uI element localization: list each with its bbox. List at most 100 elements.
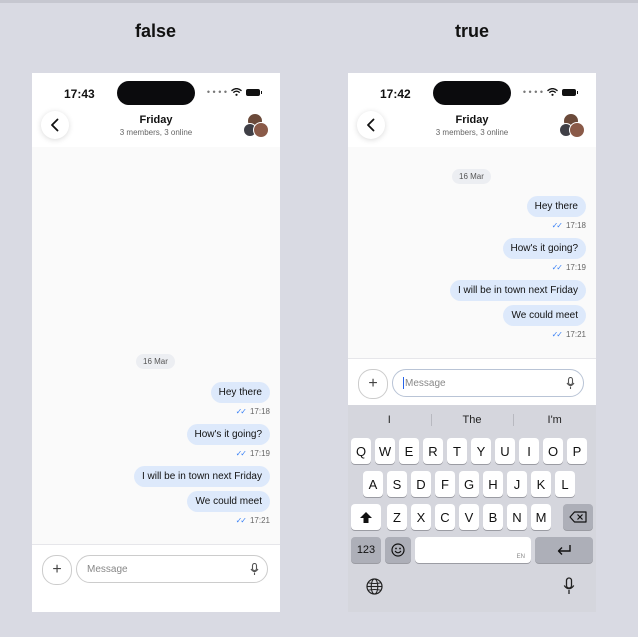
group-avatar[interactable] [243, 113, 269, 138]
avatar [569, 122, 585, 138]
composer-bar: + Message [348, 358, 596, 406]
key-m[interactable]: M [531, 504, 551, 530]
message-time: 17:18 [249, 407, 270, 416]
numbers-key[interactable]: 123 [351, 537, 381, 563]
return-icon [557, 545, 571, 555]
key-n[interactable]: N [507, 504, 527, 530]
dictation-microphone-icon[interactable] [563, 577, 575, 595]
date-chip: 16 Mar [452, 169, 491, 184]
message-time: 17:19 [565, 263, 586, 272]
message-bubble[interactable]: How's it going? [186, 424, 270, 445]
key-p[interactable]: P [567, 438, 587, 464]
on-screen-keyboard: I The I'm Q W E R T Y U I O P A S D F G … [348, 405, 596, 612]
suggestion-item[interactable]: I'm [513, 409, 596, 431]
key-d[interactable]: D [411, 471, 431, 497]
return-key[interactable] [535, 537, 593, 563]
key-j[interactable]: J [507, 471, 527, 497]
key-f[interactable]: F [435, 471, 455, 497]
shift-key[interactable] [351, 504, 381, 530]
signal-icon: • • • • [522, 87, 543, 97]
message-bubble[interactable]: Hey there [526, 196, 586, 217]
signal-icon: • • • • [206, 87, 227, 97]
message-bubble[interactable]: We could meet [187, 491, 270, 512]
key-k[interactable]: K [531, 471, 551, 497]
key-e[interactable]: E [399, 438, 419, 464]
battery-icon [562, 88, 578, 96]
key-s[interactable]: S [387, 471, 407, 497]
read-ticks-icon: ✓✓ [551, 221, 563, 230]
dynamic-island [117, 81, 195, 105]
message-bubble[interactable]: I will be in town next Friday [133, 466, 270, 487]
key-o[interactable]: O [543, 438, 563, 464]
key-r[interactable]: R [423, 438, 443, 464]
message-meta: ✓✓ 17:19 [552, 263, 586, 272]
message-meta: ✓✓ 17:21 [236, 516, 270, 525]
key-h[interactable]: H [483, 471, 503, 497]
plus-icon: + [52, 561, 62, 578]
shift-icon [360, 511, 372, 523]
microphone-icon[interactable] [566, 377, 575, 390]
read-ticks-icon: ✓✓ [551, 263, 563, 272]
message-input[interactable]: Message [76, 555, 268, 583]
status-icons: • • • • [522, 87, 578, 97]
key-g[interactable]: G [459, 471, 479, 497]
globe-icon[interactable] [366, 578, 383, 595]
key-b[interactable]: B [483, 504, 503, 530]
column-title-true: true [455, 21, 490, 41]
chat-header: Friday 3 members, 3 online [348, 109, 596, 147]
suggestion-item[interactable]: The [430, 409, 514, 431]
key-x[interactable]: X [411, 504, 431, 530]
plus-icon: + [368, 375, 378, 392]
suggestion-item[interactable]: I [348, 409, 431, 431]
text-caret [403, 377, 404, 389]
column-title-false: false [135, 21, 177, 41]
emoji-key[interactable] [385, 537, 411, 563]
message-time: 17:19 [249, 449, 270, 458]
key-q[interactable]: Q [351, 438, 371, 464]
message-bubble[interactable]: Hey there [210, 382, 270, 403]
wifi-icon [231, 88, 242, 96]
add-attachment-button[interactable]: + [42, 555, 72, 585]
status-icons: • • • • [206, 87, 262, 97]
message-meta: ✓✓ 17:21 [552, 330, 586, 339]
message-time: 17:21 [565, 330, 586, 339]
message-list[interactable]: 16 Mar Hey there ✓✓ 17:18 How's it going… [348, 147, 596, 358]
key-v[interactable]: V [459, 504, 479, 530]
key-z[interactable]: Z [387, 504, 407, 530]
read-ticks-icon: ✓✓ [235, 516, 247, 525]
dynamic-island [433, 81, 511, 105]
microphone-icon[interactable] [250, 563, 259, 576]
message-input[interactable]: Message [392, 369, 584, 397]
wifi-icon [547, 88, 558, 96]
key-u[interactable]: U [495, 438, 515, 464]
suggestion-bar: I The I'm [348, 409, 596, 431]
space-language-label: EN [516, 554, 525, 560]
message-bubble[interactable]: We could meet [503, 305, 586, 326]
top-divider [0, 0, 638, 3]
add-attachment-button[interactable]: + [358, 369, 388, 399]
backspace-icon [569, 511, 587, 523]
group-avatar[interactable] [559, 113, 585, 138]
delete-key[interactable] [563, 504, 593, 530]
key-t[interactable]: T [447, 438, 467, 464]
status-time: 17:43 [64, 87, 95, 101]
message-list[interactable]: 16 Mar Hey there ✓✓ 17:18 How's it going… [32, 147, 280, 544]
space-key[interactable]: EN [415, 537, 531, 563]
key-l[interactable]: L [555, 471, 575, 497]
read-ticks-icon: ✓✓ [551, 330, 563, 339]
message-placeholder: Message [87, 563, 128, 575]
message-bubble[interactable]: How's it going? [502, 238, 586, 259]
key-a[interactable]: A [363, 471, 383, 497]
emoji-icon [391, 543, 405, 557]
read-ticks-icon: ✓✓ [235, 449, 247, 458]
key-w[interactable]: W [375, 438, 395, 464]
composer-bar: + Message [32, 544, 280, 601]
key-c[interactable]: C [435, 504, 455, 530]
chat-header: Friday 3 members, 3 online [32, 109, 280, 147]
key-i[interactable]: I [519, 438, 539, 464]
avatar [253, 122, 269, 138]
message-bubble[interactable]: I will be in town next Friday [449, 280, 586, 301]
key-y[interactable]: Y [471, 438, 491, 464]
message-time: 17:21 [249, 516, 270, 525]
battery-icon [246, 88, 262, 96]
